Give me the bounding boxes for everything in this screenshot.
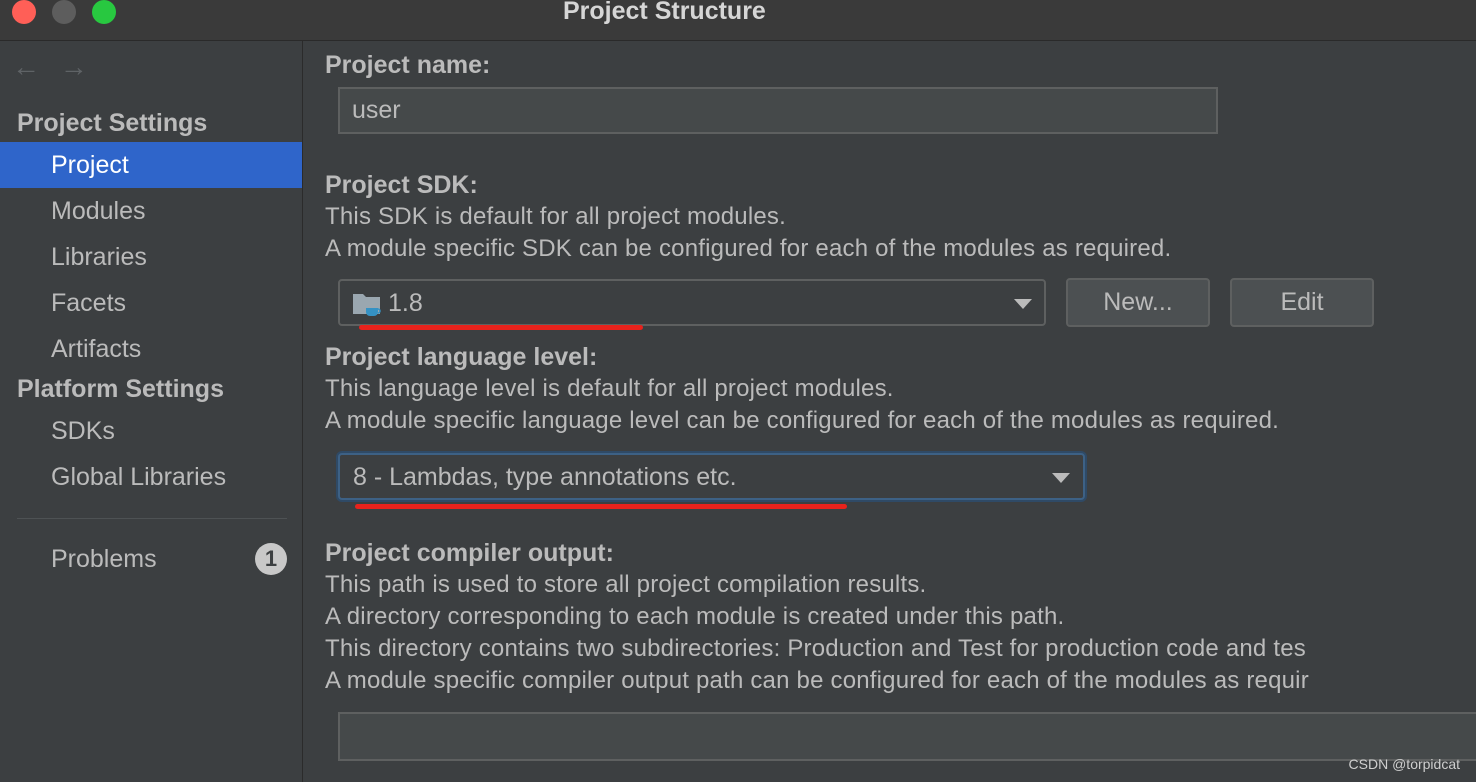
sidebar-item-project[interactable]: Project <box>0 142 302 188</box>
compiler-output-desc-4: A module specific compiler output path c… <box>325 667 1309 694</box>
sidebar-item-facets[interactable]: Facets <box>0 280 302 326</box>
sidebar-divider <box>17 518 287 519</box>
sidebar-item-global-libraries[interactable]: Global Libraries <box>0 454 302 500</box>
problems-count-badge: 1 <box>255 543 287 575</box>
sidebar-item-libraries[interactable]: Libraries <box>0 234 302 280</box>
back-arrow-icon[interactable]: ← <box>12 51 52 83</box>
sidebar-item-sdks[interactable]: SDKs <box>0 408 302 454</box>
watermark: CSDN @torpidcat <box>1348 756 1460 772</box>
compiler-output-desc-1: This path is used to store all project c… <box>325 571 927 598</box>
window-title: Project Structure <box>563 0 766 25</box>
annotation-underline-language-level <box>355 504 847 509</box>
project-sdk-label: Project SDK: <box>325 171 478 199</box>
project-sdk-desc-1: This SDK is default for all project modu… <box>325 203 786 230</box>
platform-settings-header: Platform Settings <box>17 375 224 403</box>
compiler-output-path-input[interactable] <box>338 712 1476 761</box>
compiler-output-desc-2: A directory corresponding to each module… <box>325 603 1065 630</box>
language-level-value: 8 - Lambdas, type annotations etc. <box>353 463 737 491</box>
forward-arrow-icon[interactable]: → <box>60 51 100 83</box>
jdk-folder-icon <box>353 294 381 316</box>
edit-sdk-button[interactable]: Edit <box>1230 278 1374 327</box>
language-level-select[interactable]: 8 - Lambdas, type annotations etc. <box>338 453 1085 500</box>
project-sdk-value: 1.8 <box>388 289 423 317</box>
language-level-label: Project language level: <box>325 343 598 371</box>
compiler-output-label: Project compiler output: <box>325 539 614 567</box>
language-level-desc-1: This language level is default for all p… <box>325 375 894 402</box>
problems-label: Problems <box>51 545 157 573</box>
project-name-input[interactable]: user <box>338 87 1218 134</box>
sidebar-item-artifacts[interactable]: Artifacts <box>0 326 302 372</box>
project-sdk-desc-2: A module specific SDK can be configured … <box>325 235 1172 262</box>
nav-arrows: ← → <box>12 51 100 83</box>
new-sdk-button[interactable]: New... <box>1066 278 1210 327</box>
project-name-label: Project name: <box>325 51 491 79</box>
sidebar-item-modules[interactable]: Modules <box>0 188 302 234</box>
sidebar-item-problems[interactable]: Problems 1 <box>0 536 302 582</box>
main-panel: Project name: user Project SDK: This SDK… <box>303 41 1476 782</box>
sidebar: ← → Project Settings Project Modules Lib… <box>0 41 303 782</box>
language-level-desc-2: A module specific language level can be … <box>325 407 1279 434</box>
chevron-down-icon <box>1014 299 1032 309</box>
project-sdk-select[interactable]: 1.8 <box>338 279 1046 326</box>
title-bar: Project Structure <box>0 0 1476 41</box>
project-settings-header: Project Settings <box>17 109 208 137</box>
annotation-underline-sdk <box>359 325 643 330</box>
chevron-down-icon <box>1052 473 1070 483</box>
compiler-output-desc-3: This directory contains two subdirectori… <box>325 635 1306 662</box>
